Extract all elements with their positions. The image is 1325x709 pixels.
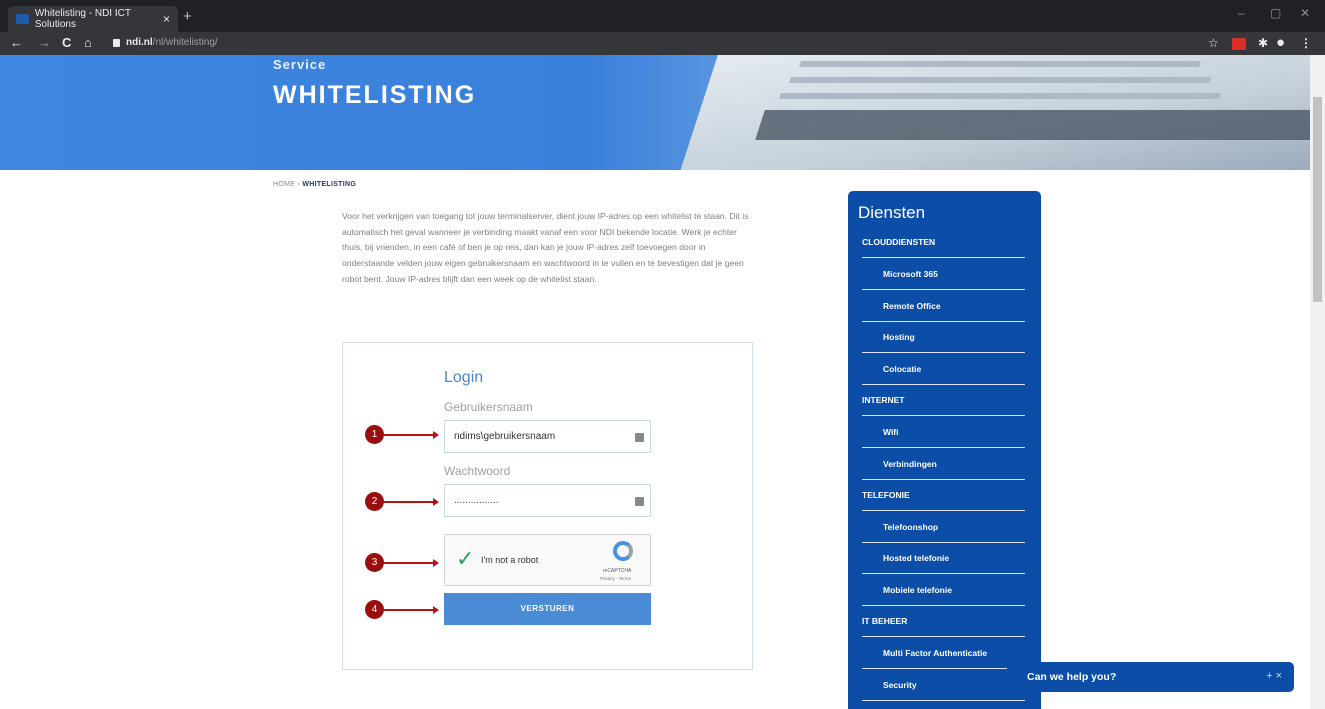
sidebar-item-telefoonshop[interactable]: Telefoonshop (883, 522, 938, 532)
minimize-icon[interactable]: – (1238, 6, 1245, 20)
sidebar-item-verbindingen[interactable]: Verbindingen (883, 459, 937, 469)
annotation-arrow (384, 606, 439, 614)
browser-tab-bar: Whitelisting - NDI ICT Solutions × + – ▢… (0, 0, 1325, 32)
username-value: ndims\gebruikersnaam (454, 431, 556, 442)
step-marker: 3 (365, 553, 384, 572)
intro-text: Voor het verkrijgen van toegang tot jouw… (342, 211, 749, 284)
sidebar-item-remote-office[interactable]: Remote Office (883, 301, 941, 311)
divider (862, 289, 1025, 290)
divider (862, 605, 1025, 606)
submit-button[interactable]: VERSTUREN (444, 593, 651, 625)
sidebar-item-multi-factor-authenticatie[interactable]: Multi Factor Authenticatie (883, 648, 987, 658)
tab-close-icon[interactable]: × (163, 12, 170, 26)
sidebar-section-internet[interactable]: INTERNET (862, 395, 905, 405)
sidebar-section-clouddiensten[interactable]: CLOUDDIENSTEN (862, 237, 935, 247)
divider (862, 668, 1025, 669)
password-manager-icon[interactable] (635, 497, 644, 506)
breadcrumb-home[interactable]: HOME (273, 181, 295, 188)
star-icon[interactable]: ☆ (1208, 36, 1219, 50)
divider (862, 542, 1025, 543)
chat-controls-icon[interactable]: + × (1266, 670, 1282, 682)
step-marker: 2 (365, 492, 384, 511)
divider (862, 510, 1025, 511)
password-field[interactable]: ................ (444, 484, 651, 517)
address-bar: ← → C ⌂ ndi.nl/nl/whitelisting/ ☆ ✱ ● ⋮ (0, 32, 1325, 55)
page-title: WHITELISTING (273, 81, 477, 109)
checkmark-icon[interactable]: ✓ (456, 548, 474, 570)
sidebar-title: Diensten (858, 203, 926, 222)
ndi-favicon-icon (16, 14, 29, 24)
reload-icon[interactable]: C (62, 35, 71, 50)
sidebar-item-mobiele-telefonie[interactable]: Mobiele telefonie (883, 585, 952, 595)
password-manager-icon[interactable] (635, 433, 644, 442)
sidebar-item-wifi[interactable]: Wifi (883, 427, 899, 437)
services-sidebar: Diensten CLOUDDIENSTEN Microsoft 365 Rem… (848, 191, 1041, 709)
step-marker: 4 (365, 600, 384, 619)
profile-icon[interactable]: ● (1276, 34, 1285, 51)
sidebar-section-telefonie[interactable]: TELEFONIE (862, 490, 910, 500)
home-icon[interactable]: ⌂ (84, 35, 92, 50)
tab-title: Whitelisting - NDI ICT Solutions (34, 8, 131, 30)
keyboard-row (779, 93, 1221, 99)
divider (862, 384, 1025, 385)
back-icon[interactable]: ← (10, 35, 23, 50)
scrollbar-thumb[interactable] (1313, 97, 1322, 302)
recaptcha-widget[interactable]: ✓ I'm not a robot reCAPTCHA Privacy - Te… (444, 534, 651, 586)
breadcrumb-separator: › (297, 181, 301, 188)
breadcrumb-current: WHITELISTING (302, 181, 357, 188)
hero-subtitle: Service (273, 57, 327, 72)
chat-widget[interactable]: Can we help you? + × (1007, 662, 1294, 692)
forward-icon[interactable]: → (38, 35, 51, 50)
divider (862, 415, 1025, 416)
sidebar-item-hosted-telefonie[interactable]: Hosted telefonie (883, 553, 949, 563)
url-path: /nl/whitelisting/ (152, 37, 218, 48)
password-value: ................ (454, 495, 499, 506)
step-marker: 1 (365, 425, 384, 444)
divider (862, 321, 1025, 322)
captcha-terms[interactable]: Privacy - Terms (600, 576, 631, 581)
username-label: Gebruikersnaam (444, 400, 533, 414)
divider (862, 257, 1025, 258)
restore-icon[interactable]: ▢ (1270, 6, 1281, 20)
login-title: Login (444, 369, 484, 386)
url-domain: ndi.nl (126, 37, 153, 48)
divider (862, 447, 1025, 448)
divider (862, 573, 1025, 574)
sidebar-item-colocatie[interactable]: Colocatie (883, 364, 921, 374)
divider (862, 479, 1025, 480)
divider (862, 636, 1025, 637)
close-window-icon[interactable]: ✕ (1300, 6, 1310, 20)
captcha-label: I'm not a robot (481, 555, 539, 565)
laptop-side-ports (755, 110, 1310, 140)
keyboard-row (799, 61, 1201, 67)
annotation-arrow (384, 559, 439, 567)
keyboard-row (789, 77, 1211, 83)
password-label: Wachtwoord (444, 464, 511, 478)
browser-tab[interactable]: Whitelisting - NDI ICT Solutions × (8, 6, 178, 32)
sidebar-section-it-beheer[interactable]: IT BEHEER (862, 616, 907, 626)
divider (862, 700, 1025, 701)
sidebar-item-security[interactable]: Security (883, 680, 917, 690)
captcha-brand: reCAPTCHA (603, 568, 632, 574)
divider (862, 352, 1025, 353)
sidebar-item-hosting[interactable]: Hosting (883, 332, 915, 342)
breadcrumb: HOME › WHITELISTING (273, 181, 356, 188)
menu-icon[interactable]: ⋮ (1300, 36, 1312, 50)
page-scrollbar[interactable] (1310, 55, 1325, 709)
extensions-puzzle-icon[interactable]: ✱ (1258, 36, 1268, 50)
page-content: Service WHITELISTING HOME › WHITELISTING… (0, 55, 1310, 709)
url-field[interactable]: ndi.nl/nl/whitelisting/ (126, 37, 218, 48)
extension-red-icon[interactable] (1232, 38, 1246, 50)
new-tab-icon[interactable]: + (183, 8, 192, 25)
hero-banner: Service WHITELISTING (0, 55, 1310, 170)
annotation-arrow (384, 498, 439, 506)
lock-icon (113, 39, 120, 47)
annotation-arrow (384, 431, 439, 439)
username-field[interactable]: ndims\gebruikersnaam (444, 420, 651, 453)
chat-label[interactable]: Can we help you? (1027, 671, 1116, 683)
sidebar-item-microsoft-365[interactable]: Microsoft 365 (883, 269, 938, 279)
recaptcha-logo-icon (613, 541, 633, 561)
